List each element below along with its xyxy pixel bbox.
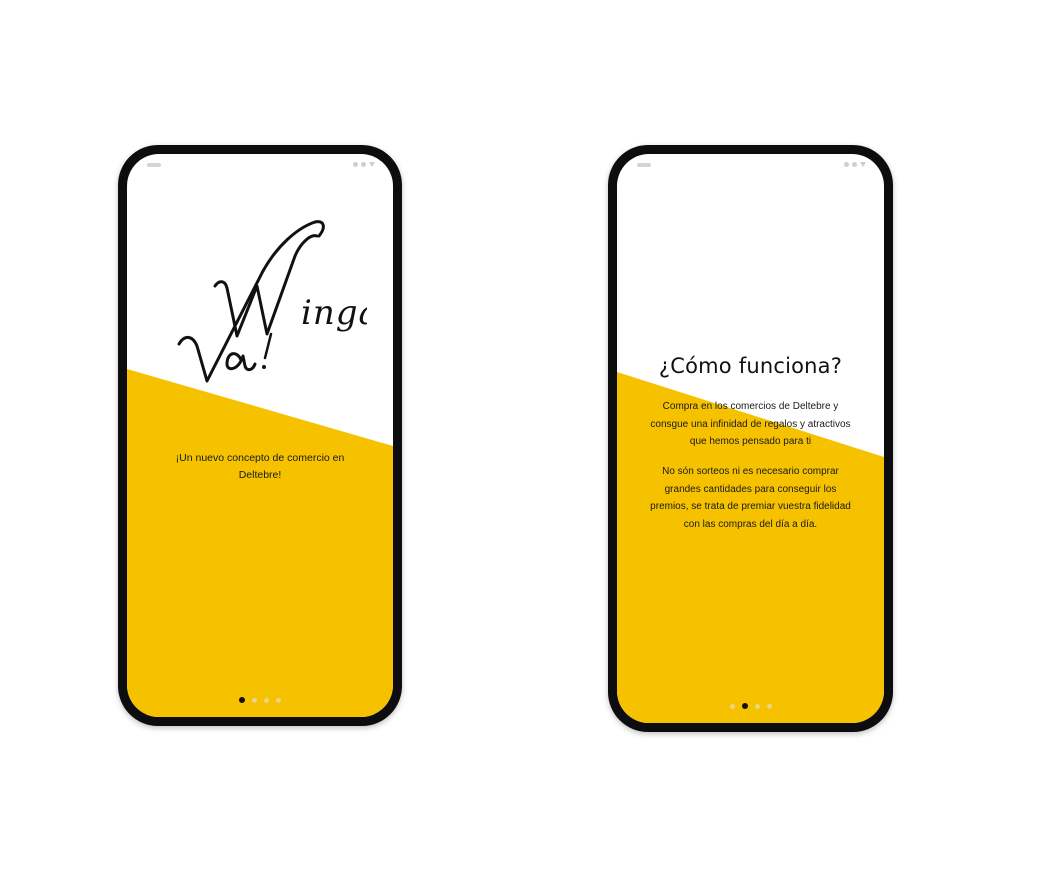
page-dot-1[interactable] <box>729 703 735 709</box>
tagline-text: ¡Un nuevo concepto de comercio en Delteb… <box>175 452 345 481</box>
phone-mockup-1: inga ¡Un nuevo concepto de comercio en D… <box>118 145 402 726</box>
page-indicator-2[interactable] <box>617 703 884 709</box>
status-bar-left-icon <box>147 163 161 167</box>
onboarding-screen-2: ¿Cómo funciona? Compra en los comercios … <box>617 154 884 723</box>
phone-mockup-2: ¿Cómo funciona? Compra en los comercios … <box>608 145 893 732</box>
page-dot-1[interactable] <box>239 697 245 703</box>
page-dot-4[interactable] <box>276 697 281 703</box>
exclamation-dot-icon <box>262 365 266 369</box>
status-bar-right-icons <box>353 162 375 167</box>
page-indicator-1[interactable] <box>127 697 393 703</box>
description-paragraph-1: Compra en los comercios de Deltebre y co… <box>650 401 851 447</box>
onboarding-screen-1: inga ¡Un nuevo concepto de comercio en D… <box>127 154 393 717</box>
page-dot-2[interactable] <box>741 703 748 709</box>
page-dot-3[interactable] <box>264 697 269 703</box>
vinga-va-logo: inga <box>177 220 367 383</box>
logo-inga-text: inga <box>301 293 367 333</box>
page-dot-2[interactable] <box>252 697 257 703</box>
page-dot-4[interactable] <box>766 703 772 709</box>
how-it-works-title: ¿Cómo funciona? <box>658 354 843 378</box>
page-dot-3[interactable] <box>754 703 760 709</box>
status-bar-right-icons <box>844 162 866 167</box>
status-bar-left-icon <box>637 163 651 167</box>
description-paragraph-2: No són sorteos ni es necesario comprar g… <box>650 466 851 530</box>
